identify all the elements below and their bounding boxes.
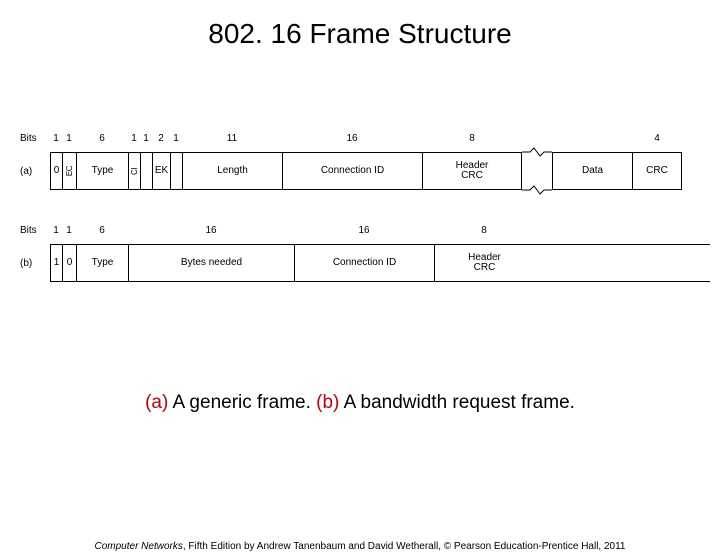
- frame-row-a: (a) 0 EC Type CI EK Length Connection ID…: [20, 152, 710, 190]
- cell-b-connid: Connection ID: [294, 244, 434, 282]
- bit-a-3: 1: [128, 133, 140, 144]
- bit-b-2: 6: [76, 225, 128, 236]
- bits-label-a: Bits: [20, 133, 50, 144]
- cell-b-bytes: Bytes needed: [128, 244, 294, 282]
- bit-b-0: 1: [50, 225, 62, 236]
- footer-book: Computer Networks: [95, 541, 183, 552]
- cell-a-connid: Connection ID: [282, 152, 422, 190]
- cell-a-ci: CI: [128, 152, 140, 190]
- caption-b-text: A bandwidth request frame.: [339, 392, 575, 413]
- frame-row-b: (b) 1 0 Type Bytes needed Connection ID …: [20, 244, 710, 282]
- row-label-a: (a): [20, 152, 50, 190]
- bit-a-0: 1: [50, 133, 62, 144]
- bit-a-6: 1: [170, 133, 182, 144]
- cell-a-length: Length: [182, 152, 282, 190]
- bit-b-4: 16: [294, 225, 434, 236]
- row-label-b: (b): [20, 244, 50, 282]
- cell-a-blank1: [140, 152, 152, 190]
- bit-b-3: 16: [128, 225, 294, 236]
- footer: Computer Networks, Fifth Edition by Andr…: [0, 541, 720, 552]
- cell-a-ec-text: EC: [66, 166, 74, 176]
- cell-a-type: Type: [76, 152, 128, 190]
- cell-a-blank2: [170, 152, 182, 190]
- bit-a-9: 8: [422, 133, 522, 144]
- cell-a-data: Data: [552, 152, 632, 190]
- bit-a-7: 11: [182, 133, 282, 144]
- zig-icon-top: [522, 147, 552, 157]
- break-a: [522, 152, 552, 190]
- bit-b-5: 8: [434, 225, 534, 236]
- cell-a-ec: EC: [62, 152, 76, 190]
- bits-row-b: Bits 1 1 6 16 16 8: [20, 222, 710, 236]
- cell-a-ci-text: CI: [131, 168, 139, 175]
- bits-label-b: Bits: [20, 225, 50, 236]
- bit-a-1: 1: [62, 133, 76, 144]
- bit-a-2: 6: [76, 133, 128, 144]
- bit-a-4: 1: [140, 133, 152, 144]
- cell-a-ek: EK: [152, 152, 170, 190]
- bit-b-1: 1: [62, 225, 76, 236]
- page-title: 802. 16 Frame Structure: [0, 18, 720, 50]
- cell-b-hcrc: Header CRC: [434, 244, 534, 282]
- caption-b-label: (b): [316, 392, 339, 413]
- caption: (a) A generic frame. (b) A bandwidth req…: [0, 392, 720, 414]
- cell-a-hcrc: Header CRC: [422, 152, 522, 190]
- footer-rest: , Fifth Edition by Andrew Tanenbaum and …: [183, 541, 626, 552]
- cell-a-0: 0: [50, 152, 62, 190]
- cell-a-crc: CRC: [632, 152, 682, 190]
- caption-a-label: (a): [145, 392, 168, 413]
- bits-row-a: Bits 1 1 6 1 1 2 1 11 16 8 4: [20, 130, 710, 144]
- cell-b-1: 0: [62, 244, 76, 282]
- cell-b-0: 1: [50, 244, 62, 282]
- zig-icon-bot: [522, 185, 552, 195]
- bit-a-12: 4: [632, 133, 682, 144]
- cell-b-tail: [534, 244, 710, 282]
- bit-a-8: 16: [282, 133, 422, 144]
- bit-a-5: 2: [152, 133, 170, 144]
- caption-a-text: A generic frame.: [168, 392, 316, 413]
- frame-diagram: Bits 1 1 6 1 1 2 1 11 16 8 4 (a) 0 EC Ty…: [20, 130, 710, 282]
- cell-b-type: Type: [76, 244, 128, 282]
